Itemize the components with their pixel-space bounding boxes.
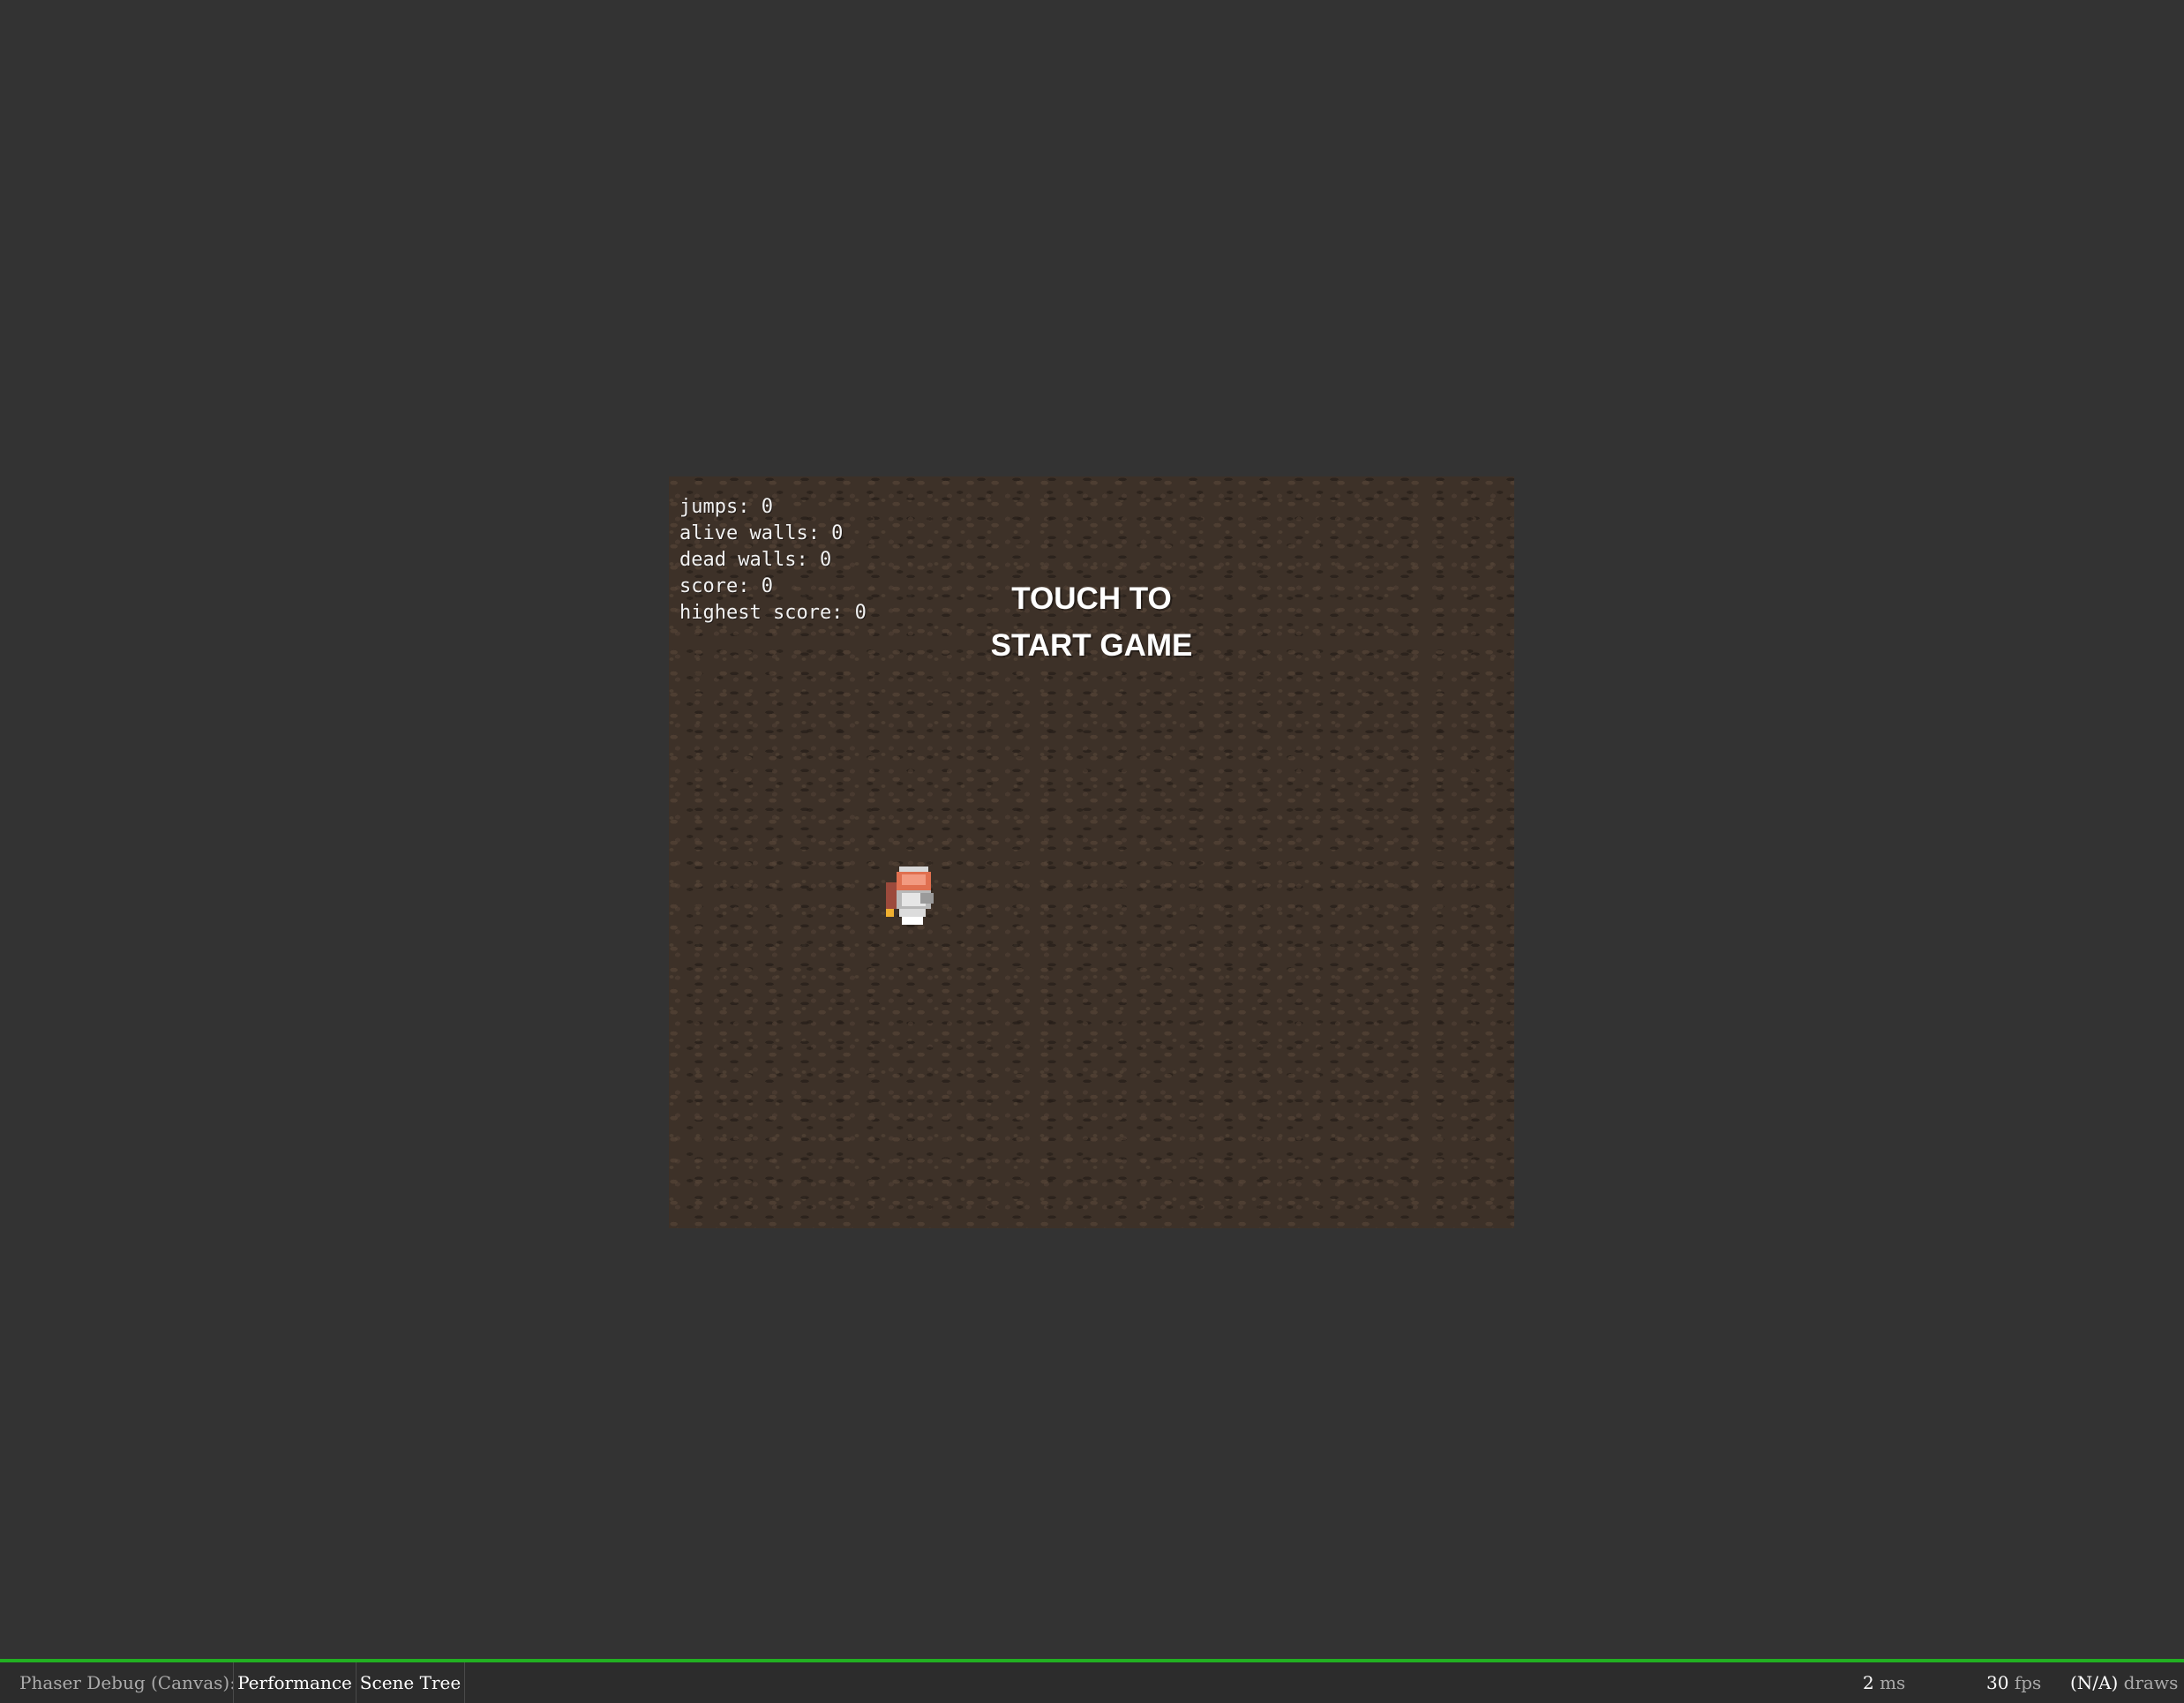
metric-draws-unit: draws [2123,1672,2179,1693]
start-prompt-line-1: TOUCH TO [1011,581,1172,616]
stat-jumps: jumps: 0 [679,496,773,518]
metric-fps-value: 30 [1986,1672,2009,1693]
metric-draws-value: (N/A) [2070,1672,2119,1693]
metric-draws: (N/A) draws [2070,1662,2178,1703]
suit-legs [899,909,926,917]
jetpack-flame [886,909,894,917]
visor-glare [902,874,926,885]
stat-alive-walls: alive walls: 0 [679,522,844,544]
jetpack-body [886,882,897,909]
tab-performance[interactable]: Performance [233,1662,356,1703]
debug-bar-title: Phaser Debug (Canvas): [19,1672,236,1693]
game-canvas[interactable]: jumps: 0 alive walls: 0 dead walls: 0 sc… [669,476,1514,1228]
phaser-debug-bar: Phaser Debug (Canvas): Performance Scene… [0,1659,2184,1703]
metric-fps-unit: fps [2014,1672,2042,1693]
metric-fps: 30 fps [1986,1662,2041,1703]
tab-scene-tree[interactable]: Scene Tree [356,1662,465,1703]
metric-frame-time: 2 ms [1863,1662,1905,1703]
suit-boots [902,917,923,925]
start-game-prompt[interactable]: TOUCH TO START GAME [669,575,1514,669]
stat-dead-walls: dead walls: 0 [679,549,832,571]
start-prompt-line-2: START GAME [990,628,1193,663]
metric-frame-time-value: 2 [1863,1672,1874,1693]
suit-arm [920,893,934,904]
player-sprite [886,867,934,925]
metric-frame-time-unit: ms [1880,1672,1906,1693]
